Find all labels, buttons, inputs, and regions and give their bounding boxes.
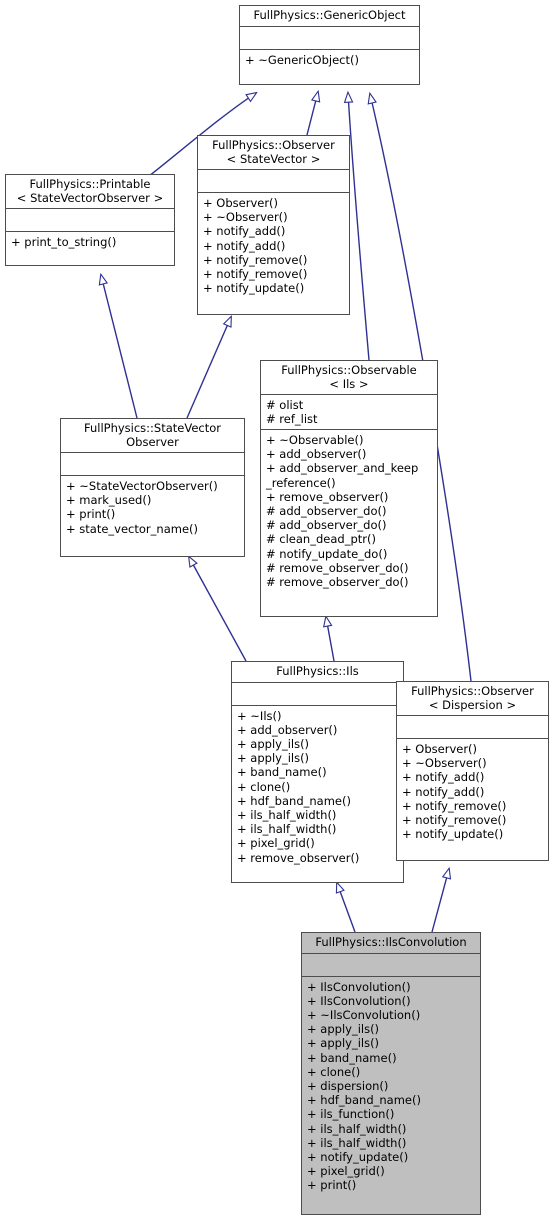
class-member: + notify_remove() — [402, 813, 507, 828]
uml-class-diagram: FullPhysics::GenericObject + ~GenericObj… — [0, 0, 555, 1220]
class-member: + notify_add() — [203, 238, 286, 253]
class-attributes-statevector-observer — [61, 453, 244, 475]
class-member: + ils_half_width() — [237, 807, 337, 822]
class-member: + notify_remove() — [402, 798, 507, 813]
class-node-ils-convolution[interactable]: FullPhysics::IlsConvolution + IlsConvolu… — [301, 932, 481, 1215]
edge-observable-ils-to-genericobject — [348, 93, 370, 361]
edge-observer-statevector-to-genericobject — [306, 92, 318, 136]
class-member: + remove_observer() — [266, 489, 389, 504]
class-operations-generic-object: + ~GenericObject() — [240, 50, 419, 70]
class-member: + mark_used() — [66, 493, 152, 508]
class-member: + clone() — [237, 779, 291, 794]
class-node-generic-object[interactable]: FullPhysics::GenericObject + ~GenericObj… — [239, 5, 420, 85]
class-attributes-printable-statevectorobserver — [6, 209, 174, 231]
class-member: + apply_ils() — [237, 736, 310, 751]
class-operations-ils: + ~Ils() + add_observer() + apply_ils() … — [232, 706, 403, 868]
class-member: + band_name() — [307, 1050, 397, 1065]
class-operations-printable-statevectorobserver: + print_to_string() — [6, 232, 174, 252]
class-member: + notify_add() — [402, 784, 485, 799]
class-title-ils: FullPhysics::Ils — [276, 664, 359, 678]
class-member: # add_observer_do() — [266, 504, 387, 519]
class-member: + remove_observer() — [237, 850, 360, 865]
class-member: + apply_ils() — [307, 1022, 380, 1037]
class-member: + Observer() — [203, 196, 279, 210]
edge-statevectorobserver-to-printable — [101, 275, 138, 419]
edge-ils-to-observable-ils — [326, 617, 335, 662]
class-member: # notify_update_do() — [266, 546, 388, 561]
class-node-observable-ils[interactable]: FullPhysics::Observable < Ils > # olist … — [260, 360, 438, 617]
class-title-printable-statevectorobserver: FullPhysics::Printable < StateVectorObse… — [16, 177, 164, 205]
class-member: + add_observer() — [237, 722, 338, 737]
class-attributes-ils-convolution — [302, 954, 480, 976]
class-title-statevector-observer: FullPhysics::StateVector Observer — [83, 421, 222, 449]
class-title-ils-convolution: FullPhysics::IlsConvolution — [315, 935, 467, 949]
class-operations-observer-dispersion: + Observer() + ~Observer() + notify_add(… — [397, 739, 548, 844]
class-member: + notify_add() — [402, 770, 485, 785]
class-member: + notify_remove() — [203, 252, 308, 267]
class-member: + band_name() — [237, 765, 327, 780]
class-operations-statevector-observer: + ~StateVectorObserver() + mark_used() +… — [61, 476, 244, 539]
edge-ilsconvolution-to-observer-dispersion — [431, 869, 449, 933]
class-node-ils[interactable]: FullPhysics::Ils + ~Ils() + add_observer… — [231, 661, 404, 883]
class-title-observable-ils: FullPhysics::Observable < Ils > — [281, 363, 417, 391]
class-attributes-generic-object — [240, 27, 419, 49]
class-member: + ils_half_width() — [307, 1135, 407, 1150]
class-node-observer-statevector[interactable]: FullPhysics::Observer < StateVector > + … — [197, 135, 350, 315]
class-title-observer-dispersion: FullPhysics::Observer < Dispersion > — [411, 684, 534, 712]
class-member: + print() — [307, 1178, 357, 1193]
class-member: + hdf_band_name() — [307, 1093, 421, 1108]
edge-statevectorobserver-to-observer-statevector — [186, 317, 231, 419]
class-member: + apply_ils() — [307, 1036, 380, 1051]
class-member: # add_observer_do() — [266, 518, 387, 533]
class-member: + notify_remove() — [203, 267, 308, 282]
class-member: + add_observer() — [266, 447, 367, 462]
class-member: # remove_observer_do() — [266, 560, 409, 575]
edge-ils-to-statevectorobserver — [189, 557, 247, 662]
class-operations-ils-convolution: + IlsConvolution() + IlsConvolution() + … — [302, 977, 480, 1196]
class-member: + notify_update() — [402, 827, 504, 842]
class-title-generic-object: FullPhysics::GenericObject — [253, 8, 406, 22]
class-member: # clean_dead_ptr() — [266, 532, 376, 547]
class-attributes-observer-statevector — [198, 170, 349, 192]
class-member: + ils_function() — [307, 1107, 395, 1122]
class-member: + ~IlsConvolution() — [307, 1007, 421, 1022]
class-member: + state_vector_name() — [66, 521, 198, 536]
class-member: + print() — [66, 507, 116, 522]
class-member: + ~Observable() — [266, 433, 364, 447]
class-member: + notify_update() — [203, 281, 305, 296]
class-member: + ~GenericObject() — [245, 52, 359, 67]
class-member: + IlsConvolution() — [307, 993, 411, 1008]
class-node-observer-dispersion[interactable]: FullPhysics::Observer < Dispersion > + O… — [396, 681, 549, 861]
class-member: + pixel_grid() — [307, 1164, 385, 1179]
class-member: + hdf_band_name() — [237, 793, 351, 808]
class-member: + Observer() — [402, 742, 478, 756]
class-member: + pixel_grid() — [237, 836, 315, 851]
class-member: + add_observer_and_keep _reference() — [266, 461, 419, 490]
class-attributes-observer-dispersion — [397, 716, 548, 738]
class-node-printable-statevectorobserver[interactable]: FullPhysics::Printable < StateVectorObse… — [5, 174, 175, 266]
class-attributes-ils — [232, 683, 403, 705]
class-member: + apply_ils() — [237, 751, 310, 766]
class-title-observer-statevector: FullPhysics::Observer < StateVector > — [212, 138, 335, 166]
class-member: + IlsConvolution() — [307, 979, 411, 994]
class-operations-observer-statevector: + Observer() + ~Observer() + notify_add(… — [198, 193, 349, 298]
class-member: # olist — [266, 398, 304, 412]
class-member: + print_to_string() — [11, 235, 117, 249]
class-member: + ~Observer() — [402, 756, 487, 771]
class-member: # remove_observer_do() — [266, 575, 409, 590]
class-member: + ils_half_width() — [237, 822, 337, 837]
class-operations-observable-ils: + ~Observable() + add_observer() + add_o… — [261, 430, 437, 592]
class-node-statevector-observer[interactable]: FullPhysics::StateVector Observer + ~Sta… — [60, 418, 245, 557]
class-member: # ref_list — [266, 412, 318, 426]
class-member: + dispersion() — [307, 1078, 389, 1093]
class-member: + ~Observer() — [203, 210, 288, 225]
class-member: + ils_half_width() — [307, 1121, 407, 1136]
class-attributes-observable-ils: # olist # ref_list — [261, 395, 437, 429]
class-member: + clone() — [307, 1064, 361, 1079]
class-member: + notify_add() — [203, 224, 286, 239]
class-member: + ~Ils() — [237, 708, 282, 723]
class-member: + notify_update() — [307, 1149, 409, 1164]
edge-ilsconvolution-to-ils — [337, 883, 356, 933]
class-member: + ~StateVectorObserver() — [66, 479, 218, 493]
